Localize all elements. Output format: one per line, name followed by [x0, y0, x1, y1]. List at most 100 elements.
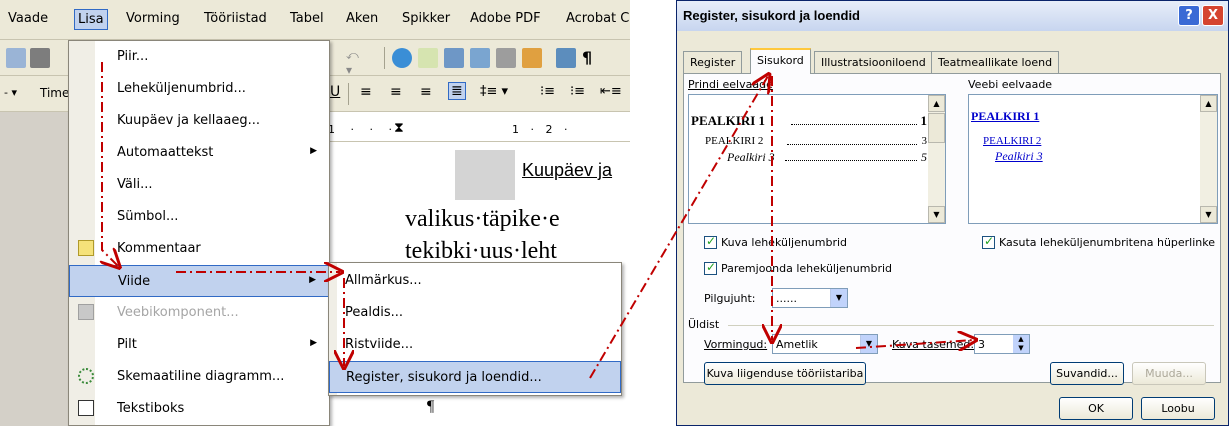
- menu-item-pilt[interactable]: Pilt ▶: [69, 329, 329, 361]
- cancel-button[interactable]: Loobu: [1141, 397, 1215, 420]
- menu-vaade[interactable]: Vaade: [8, 11, 48, 26]
- doc-map-icon[interactable]: [556, 48, 576, 68]
- menu-item-kommentaar[interactable]: Kommentaar: [69, 233, 329, 265]
- web-preview-level3[interactable]: Pealkiri 3: [995, 149, 1043, 164]
- style-dropdown-arrow-icon[interactable]: - ▾: [4, 86, 17, 99]
- menu-item-automaattekst[interactable]: Automaattekst ▶: [69, 137, 329, 169]
- tab-illustratsiooniloend[interactable]: Illustratsiooniloend: [814, 51, 933, 73]
- columns-icon[interactable]: [496, 48, 516, 68]
- close-button[interactable]: X: [1202, 5, 1224, 26]
- tab-teatmeallikate-loend[interactable]: Teatmeallikate loend: [931, 51, 1060, 73]
- menu-item-register-sisukord[interactable]: Register, sisukord ja loendid...: [329, 361, 621, 393]
- options-button[interactable]: Suvandid...: [1050, 362, 1124, 385]
- menu-item-vali[interactable]: Väli...: [69, 169, 329, 201]
- menu-item-symbol[interactable]: Sümbol...: [69, 201, 329, 233]
- checkbox-checked-icon: [982, 234, 995, 249]
- web-preview-box: PEALKIRI 1 PEALKIRI 2 Pealkiri 3 ▲ ▼: [968, 94, 1218, 224]
- bullets-icon[interactable]: ⁝≡: [570, 84, 585, 99]
- web-preview-level2[interactable]: PEALKIRI 2: [983, 135, 1041, 147]
- submenu-arrow-icon: ▶: [310, 338, 317, 348]
- align-center-icon[interactable]: ≡: [390, 84, 402, 100]
- menu-lisa[interactable]: Lisa: [74, 9, 108, 30]
- spinner-arrows-icon[interactable]: ▲ ▼: [1013, 335, 1029, 353]
- menu-item-lehekuljenumbrid[interactable]: Leheküljenumbrid...: [69, 73, 329, 105]
- right-align-checkbox[interactable]: Paremjoonda leheküljenumbrid: [704, 260, 892, 276]
- modify-button: Muuda...: [1132, 362, 1206, 385]
- printer-icon[interactable]: [30, 48, 50, 68]
- scroll-up-icon[interactable]: ▲: [928, 95, 945, 112]
- menu-item-pealdis[interactable]: Pealdis...: [329, 297, 621, 329]
- show-page-numbers-checkbox[interactable]: Kuva leheküljenumbrid: [704, 234, 847, 250]
- general-label: Üldist: [688, 318, 720, 331]
- tables-borders-icon[interactable]: [418, 48, 438, 68]
- menu-item-piir[interactable]: Piir...: [69, 41, 329, 73]
- pilcrow-icon[interactable]: ¶: [582, 48, 602, 68]
- menu-acrobat[interactable]: Acrobat C: [566, 11, 629, 26]
- numbering-icon[interactable]: ⁝≡: [540, 84, 555, 99]
- scroll-thumb[interactable]: [928, 113, 945, 143]
- insert-excel-icon[interactable]: [470, 48, 490, 68]
- dialog-title-bar[interactable]: Register, sisukord ja loendid ? X: [677, 1, 1228, 31]
- web-component-icon: [78, 304, 94, 320]
- levels-spinner[interactable]: 3 ▲ ▼: [974, 334, 1030, 354]
- menu-adobe-pdf[interactable]: Adobe PDF: [470, 11, 541, 26]
- align-left-icon[interactable]: ≡: [360, 84, 372, 100]
- scroll-up-icon[interactable]: ▲: [1200, 95, 1217, 112]
- lisa-menu: Piir... Leheküljenumbrid... Kuupäev ja k…: [68, 40, 330, 426]
- menu-item-viide[interactable]: Viide ▶: [69, 265, 329, 297]
- tab-leader-label: Pilgujuht:: [704, 292, 756, 305]
- align-right-icon[interactable]: ≡: [420, 84, 432, 100]
- divider: [728, 325, 1214, 326]
- web-preview-scrollbar[interactable]: ▲ ▼: [1200, 95, 1217, 223]
- submenu-arrow-icon: ▶: [309, 275, 316, 285]
- web-preview-level1[interactable]: PEALKIRI 1: [971, 109, 1039, 124]
- toolbar-separator: [348, 83, 349, 105]
- formats-select[interactable]: Ametlik ▼: [772, 334, 878, 354]
- menu-item-allmarkus[interactable]: Allmärkus...: [329, 265, 621, 297]
- tab-panel: Prindi eelvaade Veebi eelvaade PEALKIRI …: [683, 73, 1221, 385]
- font-box[interactable]: Time: [40, 86, 69, 100]
- justify-icon[interactable]: ≣: [448, 82, 466, 100]
- line-spacing-icon[interactable]: ‡≡ ▾: [480, 84, 508, 99]
- redo-icon[interactable]: ⤺ ▾: [346, 48, 366, 77]
- scroll-down-icon[interactable]: ▼: [1200, 206, 1217, 223]
- submenu-arrow-icon: ▶: [310, 146, 317, 156]
- ruler[interactable]: 1 · · · ⧗ 1 · 2 ·: [322, 118, 630, 142]
- dropdown-arrow-icon: ▼: [860, 335, 877, 353]
- insert-table-icon[interactable]: [444, 48, 464, 68]
- ruler-numbers: 1 · 2 ·: [512, 123, 572, 136]
- ok-button[interactable]: OK: [1059, 397, 1133, 420]
- menu-tabel[interactable]: Tabel: [290, 11, 324, 26]
- print-preview-icon[interactable]: [6, 48, 26, 68]
- help-button[interactable]: ?: [1178, 5, 1200, 26]
- menu-item-skemaatiline[interactable]: Skemaatiline diagramm...: [69, 361, 329, 393]
- indent-marker-icon[interactable]: ⧗: [394, 120, 404, 136]
- document-text-line: valikus·täpike·e: [405, 206, 560, 232]
- hyperlink-icon[interactable]: [392, 48, 412, 68]
- menu-item-tekstiboks[interactable]: Tekstiboks: [69, 393, 329, 425]
- drawing-icon[interactable]: [522, 48, 542, 68]
- tab-sisukord[interactable]: Sisukord: [750, 48, 811, 74]
- tab-register[interactable]: Register: [683, 51, 743, 73]
- diagram-icon: [78, 368, 94, 384]
- print-preview-level3: Pealkiri 35: [727, 150, 927, 164]
- use-hyperlinks-checkbox[interactable]: Kasuta leheküljenumbritena hüperlinke: [982, 234, 1215, 250]
- show-outline-toolbar-button[interactable]: Kuva liigenduse tööriistariba: [704, 362, 866, 385]
- menu-bar: Vaade Lisa Vorming Tööriistad Tabel Aken…: [0, 0, 630, 40]
- menu-item-kuupaev[interactable]: Kuupäev ja kellaaeg...: [69, 105, 329, 137]
- menu-spikker[interactable]: Spikker: [402, 11, 450, 26]
- menu-item-ristviide[interactable]: Ristviide...: [329, 329, 621, 361]
- menu-vorming[interactable]: Vorming: [126, 11, 180, 26]
- underline-icon[interactable]: U: [330, 84, 340, 100]
- menu-aken[interactable]: Aken: [346, 11, 378, 26]
- document-text-line: tekibki·uus·leht: [405, 238, 557, 264]
- print-preview-scrollbar[interactable]: ▲ ▼: [928, 95, 945, 223]
- tab-leader-select[interactable]: ...... ▼: [772, 288, 848, 308]
- textbox-icon: [78, 400, 94, 416]
- indent-icon[interactable]: ⇤≡: [600, 84, 622, 99]
- print-preview-level2: PEALKIRI 23: [705, 135, 927, 147]
- scroll-down-icon[interactable]: ▼: [928, 206, 945, 223]
- ruler-ticks: 1 · · ·: [328, 123, 398, 136]
- menu-tooriistad[interactable]: Tööriistad: [204, 11, 267, 26]
- document-heading: Kuupäev ja: [522, 160, 613, 180]
